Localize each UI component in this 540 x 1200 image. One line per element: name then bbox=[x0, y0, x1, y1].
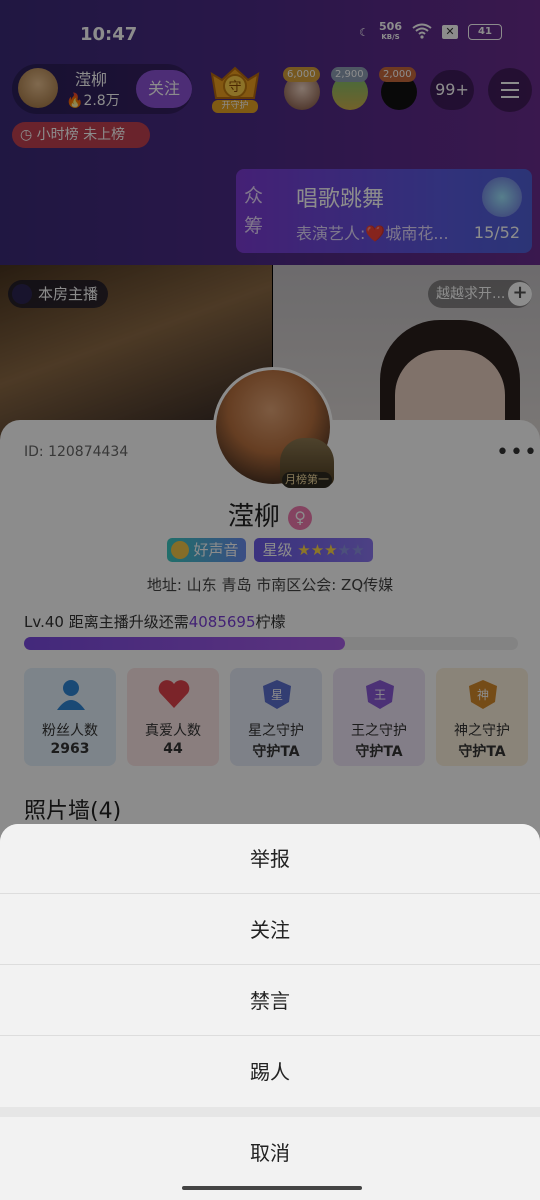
kick-button[interactable]: 踢人 bbox=[0, 1037, 540, 1107]
sheet-divider bbox=[0, 1107, 540, 1117]
report-button[interactable]: 举报 bbox=[0, 824, 540, 894]
mute-button[interactable]: 禁言 bbox=[0, 966, 540, 1036]
action-sheet: 举报 关注 禁言 踢人 取消 bbox=[0, 824, 540, 1200]
home-indicator[interactable] bbox=[182, 1186, 362, 1190]
cancel-button[interactable]: 取消 bbox=[0, 1117, 540, 1197]
follow-action-button[interactable]: 关注 bbox=[0, 895, 540, 965]
